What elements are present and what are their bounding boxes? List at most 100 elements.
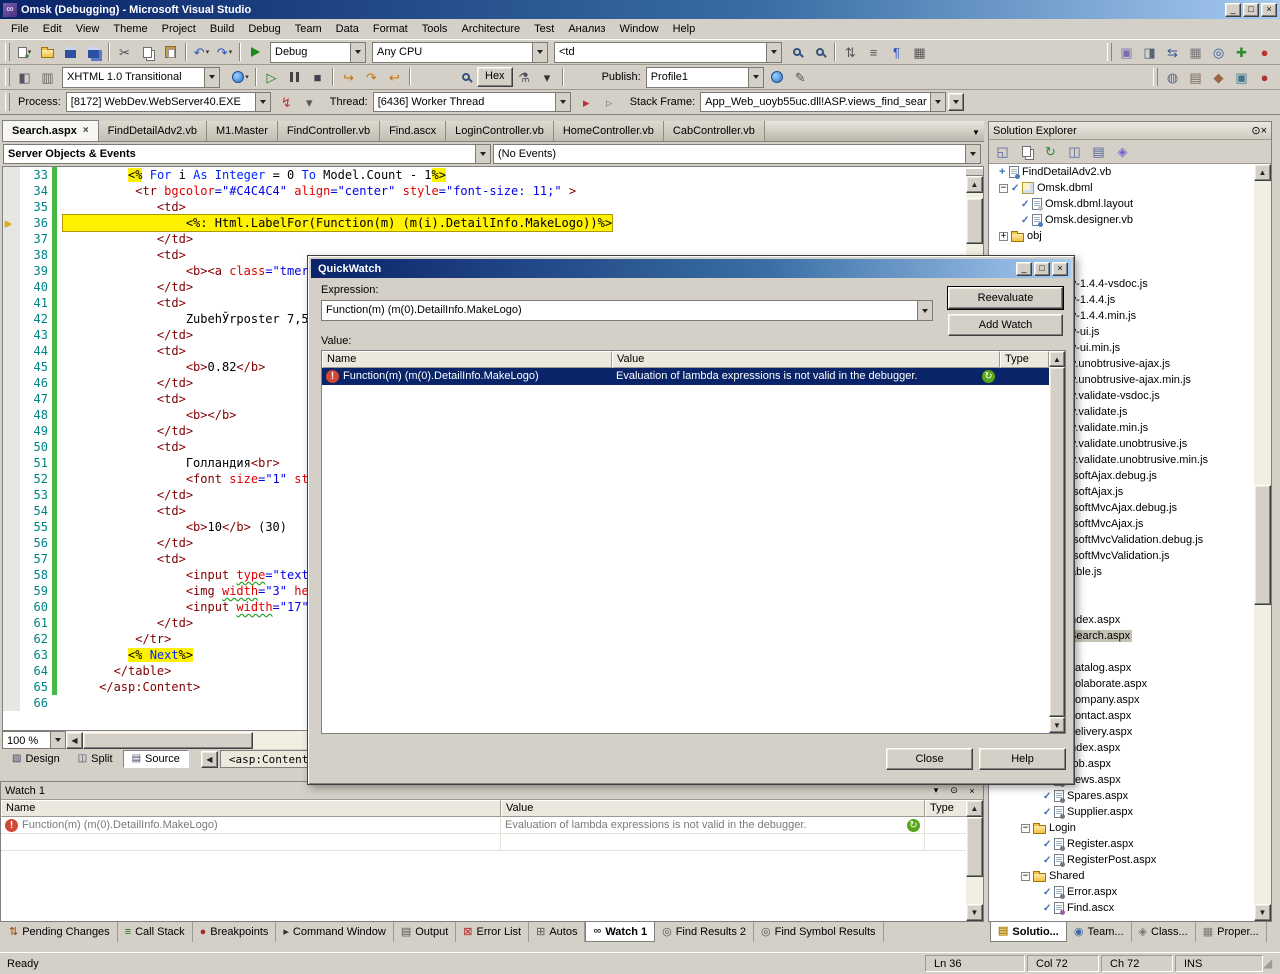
chevron-down-icon[interactable] xyxy=(917,301,932,320)
auto-hide-pin-icon[interactable]: ⊙ xyxy=(947,785,961,796)
auto-hide-pin-icon[interactable]: ⊙ xyxy=(1251,124,1260,137)
window-layout-button[interactable]: ▣ xyxy=(1230,66,1253,88)
indicator-margin[interactable] xyxy=(3,487,20,503)
tab-command-window[interactable]: ▸ Command Window xyxy=(276,922,394,942)
scroll-down-button[interactable]: ▼ xyxy=(966,904,983,921)
indicator-margin[interactable] xyxy=(3,503,20,519)
list-button[interactable]: ▤ xyxy=(1184,66,1207,88)
indicator-margin[interactable] xyxy=(3,423,20,439)
indicator-margin[interactable] xyxy=(3,455,20,471)
toolbar-grip[interactable] xyxy=(5,43,10,61)
close-icon[interactable]: × xyxy=(1261,125,1267,137)
close-icon[interactable]: × xyxy=(1052,261,1068,276)
code-line[interactable]: 34 <tr bgcolor="#C4C4C4" align="center" … xyxy=(3,183,966,199)
menu-project[interactable]: Project xyxy=(155,20,203,38)
table-button[interactable]: ▦ xyxy=(1184,41,1207,63)
document-tab-cabcontroller-vb[interactable]: CabController.vb xyxy=(663,121,765,141)
scroll-down-button[interactable]: ▼ xyxy=(1254,904,1271,921)
tab-breakpoints[interactable]: ● Breakpoints xyxy=(193,922,277,942)
chevron-down-icon[interactable] xyxy=(747,67,763,87)
document-tab-logincontroller-vb[interactable]: LoginController.vb xyxy=(446,121,554,141)
maximize-button[interactable]: □ xyxy=(1034,261,1050,276)
immediate-window-button[interactable]: ⚗ xyxy=(513,66,536,88)
scroll-track[interactable] xyxy=(966,817,983,904)
zoom-combo[interactable]: 100 % xyxy=(2,731,66,749)
resize-grip[interactable]: ◢ xyxy=(1263,955,1277,972)
stop-button[interactable]: ● xyxy=(1253,66,1276,88)
menu-file[interactable]: File xyxy=(4,20,36,38)
expand-icon[interactable]: + xyxy=(999,231,1008,241)
indicator-margin[interactable] xyxy=(3,327,20,343)
tag-nav-back-button[interactable]: ◀ xyxy=(200,750,218,768)
menu-format[interactable]: Format xyxy=(366,20,415,38)
split-view-button[interactable]: ◫ Split xyxy=(70,750,121,768)
menu-analyze[interactable]: Анализ xyxy=(561,20,612,38)
step-out-button[interactable]: ↩ xyxy=(383,66,406,88)
indicator-margin[interactable] xyxy=(3,375,20,391)
splitter-grip[interactable] xyxy=(966,167,983,176)
thread-combo[interactable]: [6436] Worker Thread xyxy=(372,92,571,112)
tree-item[interactable]: ✓ Omsk.designer.vb xyxy=(989,212,1254,228)
undo-button[interactable]: ↶ ▾ xyxy=(190,41,213,63)
grid-button[interactable]: ▦ xyxy=(908,41,931,63)
indicator-margin[interactable] xyxy=(3,567,20,583)
indicator-margin[interactable] xyxy=(3,615,20,631)
indicator-margin[interactable] xyxy=(3,663,20,679)
code-line[interactable]: 37 </td> xyxy=(3,231,966,247)
chevron-down-icon[interactable] xyxy=(350,42,365,62)
hex-toggle-button[interactable]: Hex xyxy=(477,67,513,87)
indicator-margin[interactable] xyxy=(3,407,20,423)
check-page-button[interactable]: ▾ xyxy=(229,66,252,88)
indicator-margin[interactable] xyxy=(3,199,20,215)
view-designer-button[interactable]: ▤ xyxy=(1087,141,1110,163)
view-class-diagram-button[interactable]: ◈ xyxy=(1111,141,1134,163)
menu-edit[interactable]: Edit xyxy=(36,20,69,38)
code-line[interactable]: 33 <% For i As Integer = 0 To Model.Coun… xyxy=(3,167,966,183)
stack-frame-combo[interactable]: App_Web_uoyb55uc.dll!ASP.views_find_sear xyxy=(700,92,947,112)
indicator-margin[interactable] xyxy=(3,359,20,375)
indicator-margin[interactable] xyxy=(3,183,20,199)
menu-team[interactable]: Team xyxy=(288,20,329,38)
code-line[interactable]: 35 <td> xyxy=(3,199,966,215)
maximize-button[interactable]: □ xyxy=(1243,2,1259,17)
indicator-margin[interactable] xyxy=(3,471,20,487)
indicator-margin[interactable] xyxy=(3,263,20,279)
column-header-value[interactable]: Value xyxy=(501,800,925,817)
collapse-icon[interactable]: − xyxy=(999,183,1008,193)
design-view-button[interactable]: ▧ Design xyxy=(4,750,68,768)
break-all-button[interactable] xyxy=(283,66,306,88)
format-document-button[interactable]: ▥ xyxy=(36,66,59,88)
document-tab-findcontroller-vb[interactable]: FindController.vb xyxy=(277,121,381,141)
save-all-button[interactable] xyxy=(82,41,105,63)
continue-button[interactable]: ▷ xyxy=(260,66,283,88)
menu-architecture[interactable]: Architecture xyxy=(454,20,527,38)
chevron-down-icon[interactable] xyxy=(204,67,219,87)
save-button[interactable] xyxy=(59,41,82,63)
expression-combo[interactable]: Function(m) (m(0).DetailInfo.MakeLogo) xyxy=(321,300,933,321)
refresh-icon[interactable]: ↻ xyxy=(907,818,920,832)
indicator-margin[interactable] xyxy=(3,231,20,247)
tab-find-results-2[interactable]: ◎ Find Results 2 xyxy=(655,922,755,942)
paste-button[interactable] xyxy=(159,41,182,63)
menu-tools[interactable]: Tools xyxy=(415,20,455,38)
tree-item[interactable]: ✓ Error.aspx xyxy=(989,884,1254,900)
swap-button[interactable]: ⇆ xyxy=(1161,41,1184,63)
toolbar-grip[interactable] xyxy=(1153,68,1158,86)
minimize-button[interactable]: _ xyxy=(1225,2,1241,17)
chevron-down-icon[interactable] xyxy=(930,93,946,111)
indicator-margin[interactable] xyxy=(3,583,20,599)
find-combo[interactable]: <td xyxy=(554,41,782,63)
collapse-icon[interactable]: − xyxy=(1021,871,1030,881)
formatting-marks-button[interactable]: ¶ xyxy=(885,41,908,63)
menu-test[interactable]: Test xyxy=(527,20,561,38)
flag-thread-icon[interactable]: ▸ xyxy=(575,91,598,113)
open-file-button[interactable] xyxy=(36,41,59,63)
document-tab-homecontroller-vb[interactable]: HomeController.vb xyxy=(553,121,664,141)
quick-find-button[interactable] xyxy=(785,41,808,63)
scroll-thumb[interactable] xyxy=(1254,484,1271,605)
scroll-up-button[interactable]: ▲ xyxy=(1254,164,1271,181)
scroll-thumb[interactable] xyxy=(1049,367,1065,717)
chevron-down-icon[interactable] xyxy=(475,145,490,163)
tree-item[interactable]: ✓ RegisterPost.aspx xyxy=(989,852,1254,868)
collapse-icon[interactable]: − xyxy=(1021,823,1030,833)
